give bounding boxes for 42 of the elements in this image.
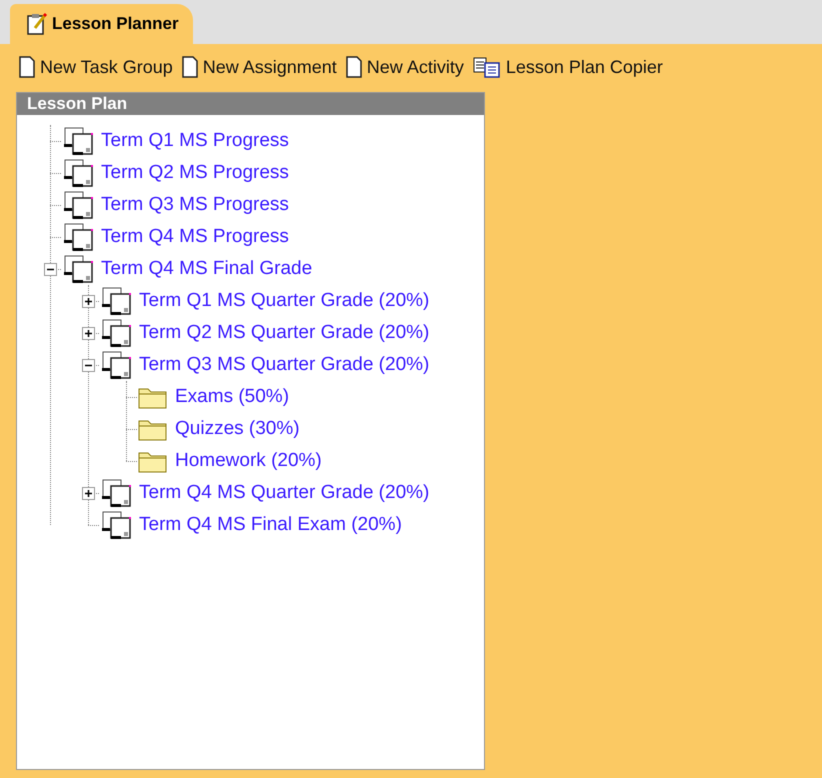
documents-icon xyxy=(61,253,95,285)
plus-icon xyxy=(82,488,94,498)
collapse-toggle[interactable] xyxy=(82,358,94,372)
page-icon xyxy=(344,55,363,79)
tree-item[interactable]: Term Q1 MS Quarter Grade (20%) xyxy=(139,290,430,312)
tree-item[interactable]: Term Q1 MS Progress xyxy=(101,130,289,152)
page-icon xyxy=(180,55,199,79)
documents-icon xyxy=(99,317,133,349)
plus-icon xyxy=(82,328,94,338)
tree-item[interactable]: Term Q3 MS Quarter Grade (20%) xyxy=(139,354,430,376)
tree-item[interactable]: Homework (20%) xyxy=(175,450,322,472)
expand-toggle[interactable] xyxy=(82,486,94,500)
tree-item[interactable]: Term Q4 MS Final Grade xyxy=(101,258,312,280)
documents-icon xyxy=(99,285,133,317)
toolbar-button[interactable]: New Assignment xyxy=(180,55,337,79)
documents-icon xyxy=(99,477,133,509)
expand-toggle[interactable] xyxy=(82,294,94,308)
tree-item[interactable]: Quizzes (30%) xyxy=(175,418,300,440)
panel-title: Lesson Plan xyxy=(17,93,484,115)
tree-item[interactable]: Term Q4 MS Progress xyxy=(101,226,289,248)
toolbar-button[interactable]: Lesson Plan Copier xyxy=(472,56,663,78)
page-icon xyxy=(18,55,36,79)
documents-icon xyxy=(61,221,95,253)
tree-item[interactable]: Term Q4 MS Final Exam (20%) xyxy=(139,514,402,536)
tree-item[interactable]: Exams (50%) xyxy=(175,386,290,408)
tree-item[interactable]: Term Q3 MS Progress xyxy=(101,194,289,216)
expand-toggle[interactable] xyxy=(82,326,94,340)
notepad-icon xyxy=(26,12,48,36)
tree-item[interactable]: Term Q4 MS Quarter Grade (20%) xyxy=(139,482,430,504)
copy-icon xyxy=(472,56,502,78)
documents-icon xyxy=(61,125,95,157)
toolbar-button[interactable]: New Activity xyxy=(344,55,464,79)
tree-item[interactable]: Term Q2 MS Quarter Grade (20%) xyxy=(139,322,430,344)
documents-icon xyxy=(61,157,95,189)
plus-icon xyxy=(82,296,94,306)
collapse-toggle[interactable] xyxy=(44,262,56,276)
toolbar-button[interactable]: New Task Group xyxy=(18,55,173,79)
tree-item[interactable]: Term Q2 MS Progress xyxy=(101,162,289,184)
tab[interactable]: Lesson Planner xyxy=(10,4,193,44)
documents-icon xyxy=(99,349,133,381)
documents-icon xyxy=(99,509,133,541)
documents-icon xyxy=(61,189,95,221)
